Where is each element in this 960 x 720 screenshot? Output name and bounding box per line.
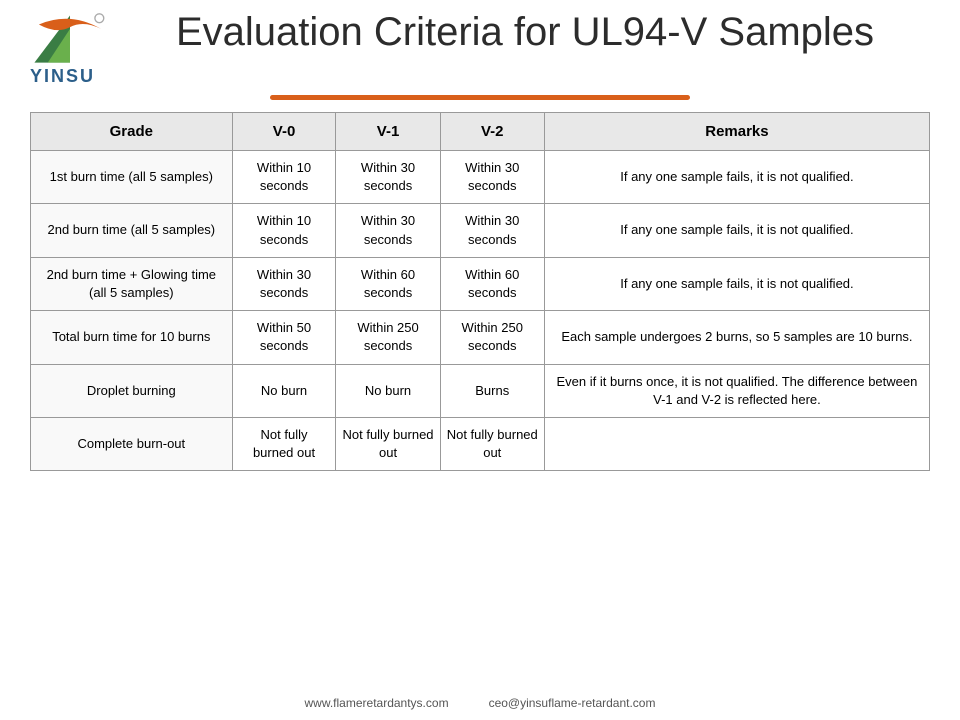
cell-5-criterion: Complete burn-out [31, 417, 233, 470]
cell-2-v2: Within 60 seconds [440, 257, 544, 310]
col-header-v1: V-1 [336, 113, 440, 151]
page-title: Evaluation Criteria for UL94-V Samples [176, 10, 874, 55]
cell-0-criterion: 1st burn time (all 5 samples) [31, 151, 233, 204]
footer-email: ceo@yinsuflame-retardant.com [489, 696, 656, 710]
cell-3-v1: Within 250 seconds [336, 311, 440, 364]
table-row: Droplet burningNo burnNo burnBurnsEven i… [31, 364, 930, 417]
table-header-row: Grade V-0 V-1 V-2 Remarks [31, 113, 930, 151]
cell-1-v2: Within 30 seconds [440, 204, 544, 257]
title-area: Evaluation Criteria for UL94-V Samples [120, 10, 930, 55]
cell-2-criterion: 2nd burn time + Glowing time (all 5 samp… [31, 257, 233, 310]
col-header-v2: V-2 [440, 113, 544, 151]
cell-2-remarks: If any one sample fails, it is not quali… [544, 257, 929, 310]
page: YINSU Evaluation Criteria for UL94-V Sam… [0, 0, 960, 720]
col-header-grade: Grade [31, 113, 233, 151]
cell-4-remarks: Even if it burns once, it is not qualifi… [544, 364, 929, 417]
table-container: Grade V-0 V-1 V-2 Remarks 1st burn time … [30, 112, 930, 688]
cell-3-v2: Within 250 seconds [440, 311, 544, 364]
header: YINSU Evaluation Criteria for UL94-V Sam… [30, 10, 930, 87]
cell-1-v0: Within 10 seconds [232, 204, 336, 257]
table-row: 2nd burn time (all 5 samples)Within 10 s… [31, 204, 930, 257]
col-header-remarks: Remarks [544, 113, 929, 151]
logo-area: YINSU [30, 10, 110, 87]
logo-icon [30, 10, 110, 70]
table-row: 1st burn time (all 5 samples)Within 10 s… [31, 151, 930, 204]
cell-4-v2: Burns [440, 364, 544, 417]
divider [270, 95, 690, 100]
cell-1-v1: Within 30 seconds [336, 204, 440, 257]
cell-4-v1: No burn [336, 364, 440, 417]
cell-1-remarks: If any one sample fails, it is not quali… [544, 204, 929, 257]
criteria-table: Grade V-0 V-1 V-2 Remarks 1st burn time … [30, 112, 930, 471]
cell-2-v1: Within 60 seconds [336, 257, 440, 310]
footer: www.flameretardantys.com ceo@yinsuflame-… [30, 688, 930, 710]
footer-website: www.flameretardantys.com [305, 696, 449, 710]
cell-5-v0: Not fully burned out [232, 417, 336, 470]
cell-1-criterion: 2nd burn time (all 5 samples) [31, 204, 233, 257]
cell-2-v0: Within 30 seconds [232, 257, 336, 310]
table-row: Total burn time for 10 burnsWithin 50 se… [31, 311, 930, 364]
cell-3-v0: Within 50 seconds [232, 311, 336, 364]
cell-5-remarks [544, 417, 929, 470]
cell-0-v1: Within 30 seconds [336, 151, 440, 204]
cell-4-v0: No burn [232, 364, 336, 417]
col-header-v0: V-0 [232, 113, 336, 151]
cell-3-criterion: Total burn time for 10 burns [31, 311, 233, 364]
cell-4-criterion: Droplet burning [31, 364, 233, 417]
table-row: Complete burn-outNot fully burned outNot… [31, 417, 930, 470]
cell-5-v1: Not fully burned out [336, 417, 440, 470]
cell-0-v0: Within 10 seconds [232, 151, 336, 204]
table-row: 2nd burn time + Glowing time (all 5 samp… [31, 257, 930, 310]
cell-0-remarks: If any one sample fails, it is not quali… [544, 151, 929, 204]
cell-3-remarks: Each sample undergoes 2 burns, so 5 samp… [544, 311, 929, 364]
cell-5-v2: Not fully burned out [440, 417, 544, 470]
cell-0-v2: Within 30 seconds [440, 151, 544, 204]
logo-text: YINSU [30, 66, 95, 87]
